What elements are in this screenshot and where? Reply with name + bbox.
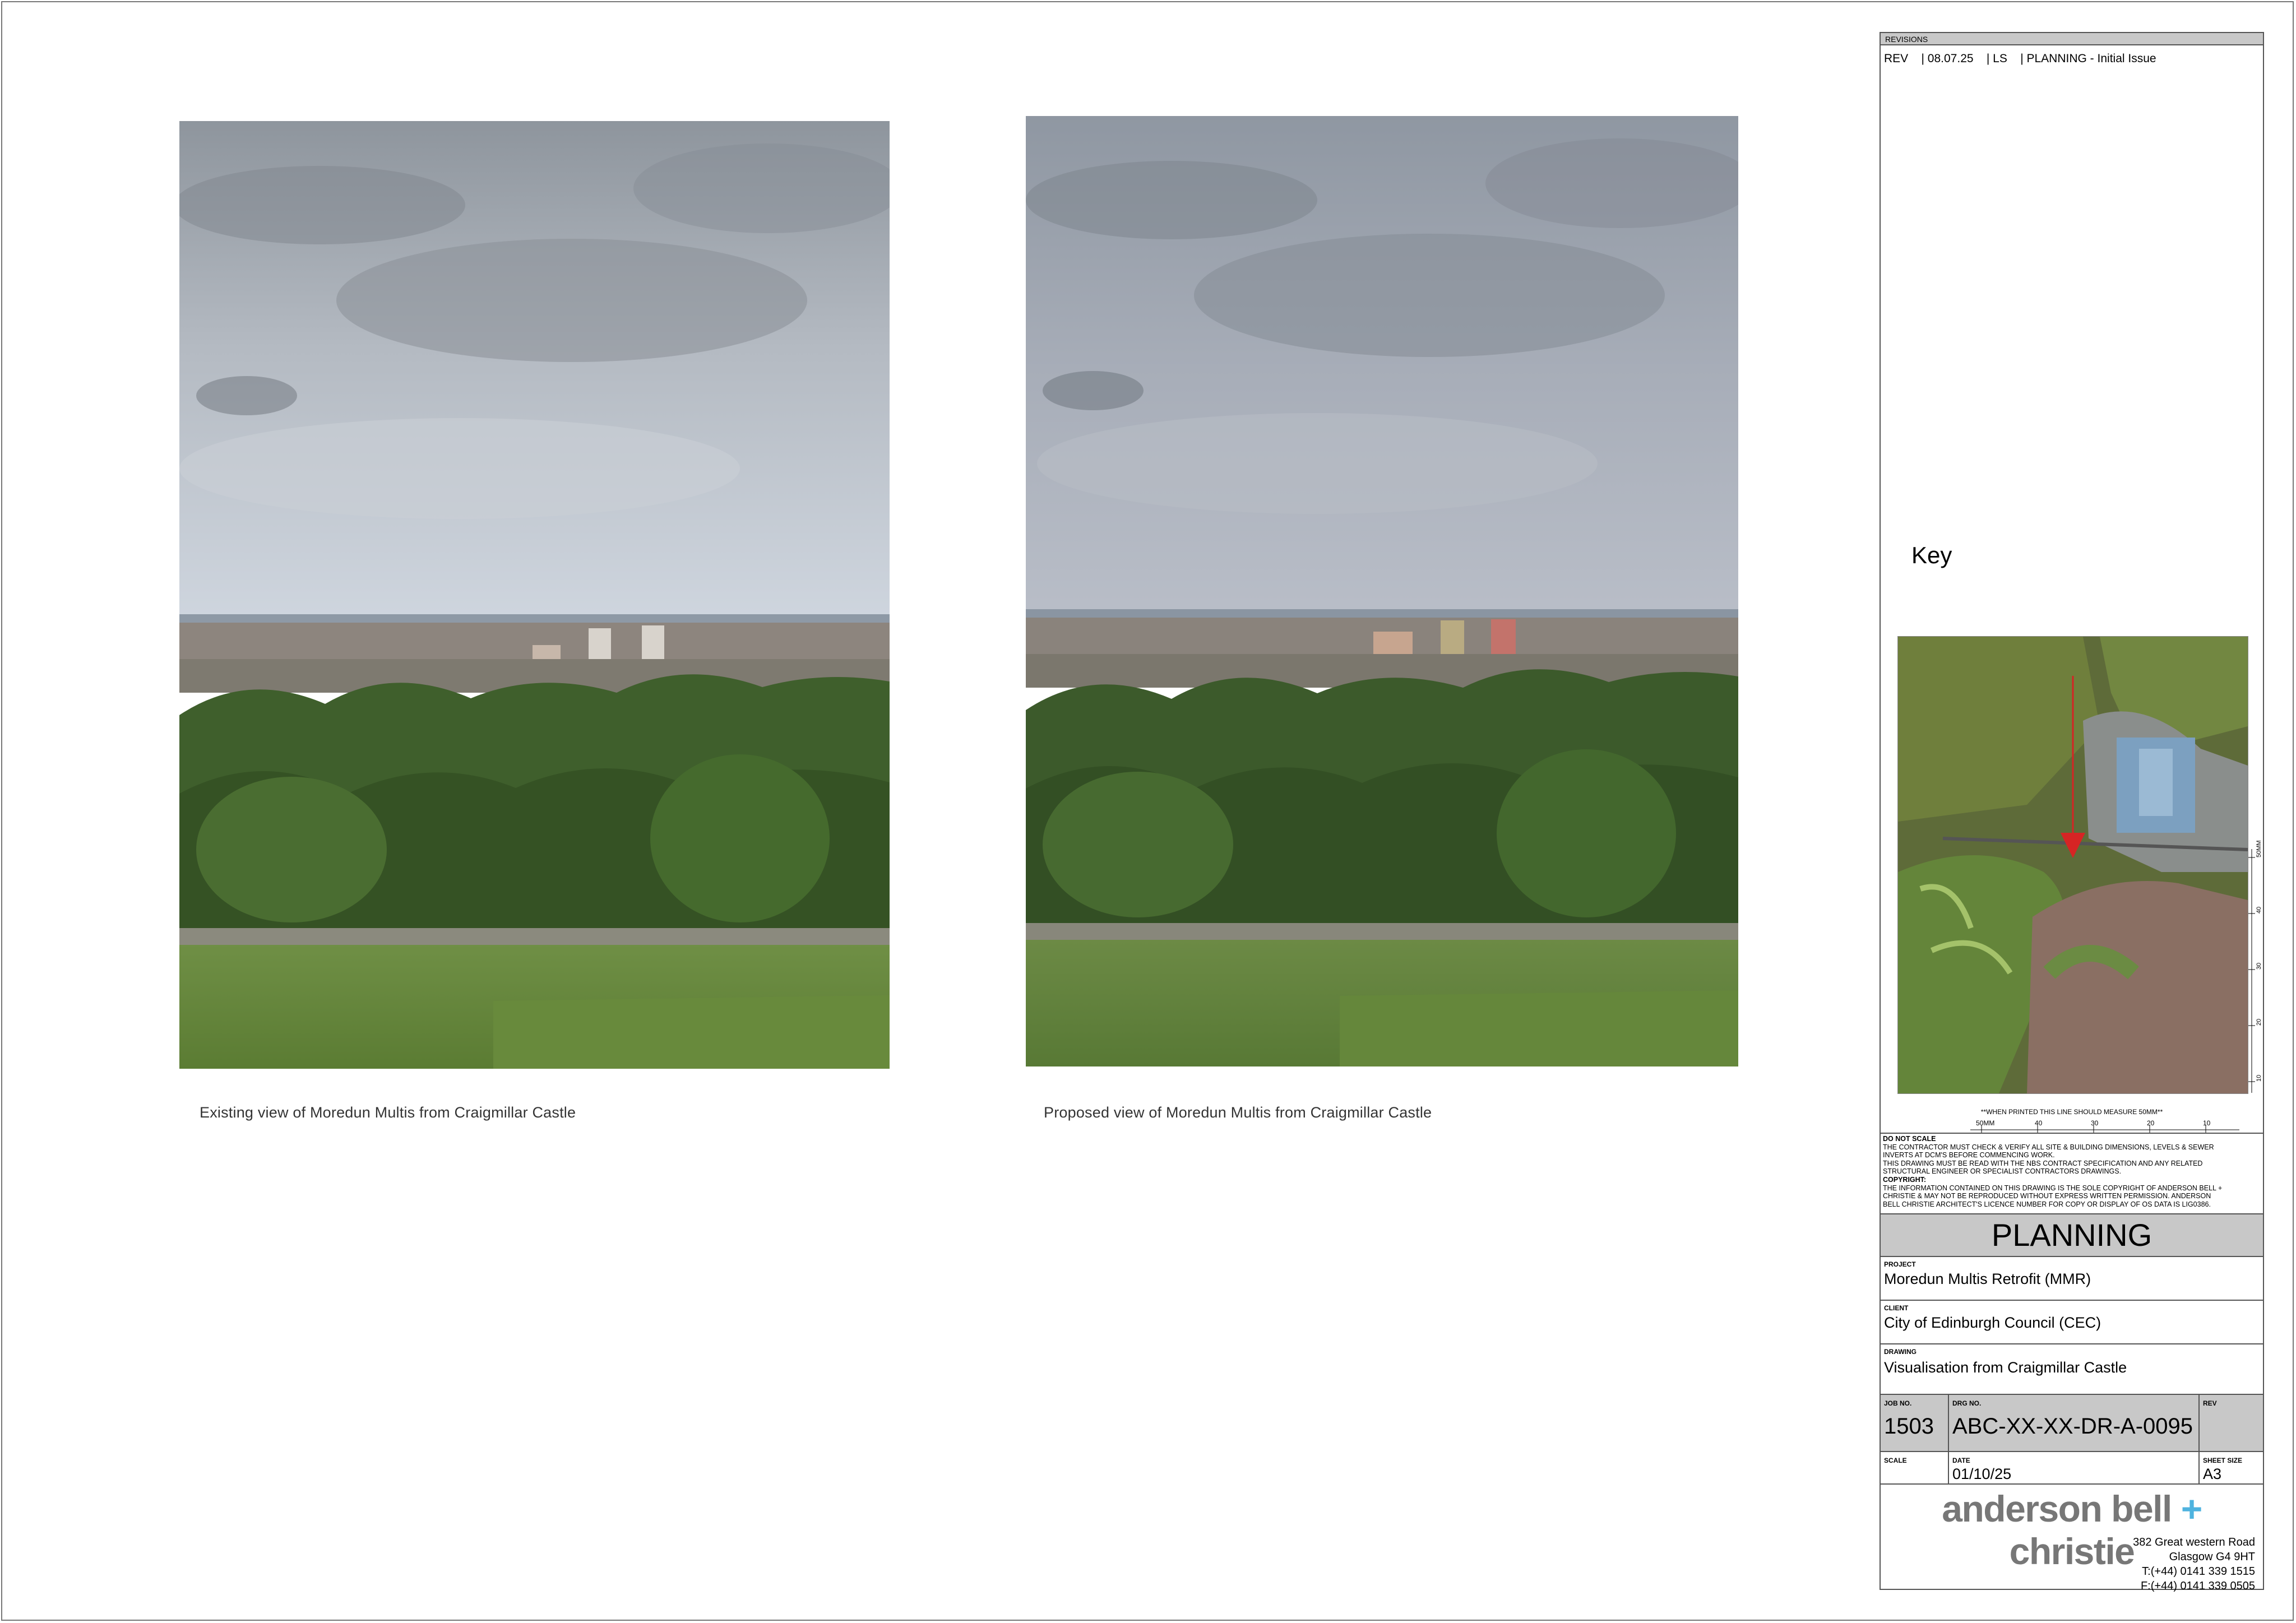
nbs-note-line: THIS DRAWING MUST BE READ WITH THE NBS C… [1883, 1159, 2203, 1167]
copyright-note-line: THE INFORMATION CONTAINED ON THIS DRAWIN… [1883, 1184, 2223, 1192]
revisions-header: REVISIONS [1881, 33, 2263, 45]
contractor-note-line: THE CONTRACTOR MUST CHECK & VERIFY ALL S… [1883, 1143, 2214, 1151]
existing-view-caption: Existing view of Moredun Multis from Cra… [200, 1104, 576, 1121]
job-no-label: JOB NO. [1884, 1399, 1912, 1407]
date-label: DATE [1952, 1457, 1970, 1464]
rev-label: REV [2203, 1399, 2217, 1407]
drg-no-value: ABC-XX-XX-DR-A-0095 [1952, 1414, 2193, 1439]
telephone: T:(+44) 0141 339 1515 [2142, 1565, 2255, 1578]
scale-label-10: 10 [2203, 1119, 2211, 1127]
existing-view-photo [179, 121, 890, 1069]
address-line: 382 Great western Road [2133, 1536, 2255, 1548]
divider [1881, 1483, 2263, 1485]
copyright-note-line: CHRISTIE & MAY NOT BE REPRODUCED WITHOUT… [1883, 1192, 2211, 1200]
title-block: REVISIONS REV | 08.07.25 | LS | PLANNING… [1880, 32, 2264, 1593]
scale-label-30: 30 [2091, 1119, 2099, 1127]
side-scale-label-40: 40 [2256, 907, 2262, 913]
drawing-label: DRAWING [1884, 1348, 1917, 1356]
scale-label-50mm: 50MM [1976, 1119, 1994, 1127]
contractor-note-line: INVERTS AT DCM'S BEFORE COMMENCING WORK. [1883, 1151, 2055, 1160]
project-field: PROJECT Moredun Multis Retrofit (MMR) [1881, 1257, 2263, 1301]
job-no-value: 1503 [1884, 1414, 1934, 1439]
client-label: CLIENT [1884, 1304, 1909, 1312]
scale-label: SCALE [1884, 1457, 1907, 1464]
copyright-note-line: BELL CHRISTIE ARCHITECT'S LICENCE NUMBER… [1883, 1200, 2211, 1208]
copyright-heading: COPYRIGHT: [1883, 1175, 1927, 1184]
address-line: Glasgow G4 9HT [2169, 1551, 2255, 1563]
divider [2198, 1395, 2200, 1483]
proposed-view-caption: Proposed view of Moredun Multis from Cra… [1044, 1104, 1432, 1121]
drawing-notes: DO NOT SCALE THE CONTRACTOR MUST CHECK &… [1883, 1135, 2258, 1208]
proposed-view-photo [1026, 116, 1738, 1066]
divider [1948, 1395, 1949, 1483]
date-value: 01/10/25 [1952, 1466, 2012, 1482]
key-plan-aerial-map [1897, 636, 2248, 1094]
revision-row: REV | 08.07.25 | LS | PLANNING - Initial… [1884, 52, 2156, 65]
sheet-size-value: A3 [2203, 1466, 2222, 1482]
drawing-status: PLANNING [1881, 1213, 2263, 1257]
drg-no-label: DRG NO. [1952, 1399, 1982, 1407]
do-not-scale-heading: DO NOT SCALE [1883, 1135, 1936, 1143]
key-label: Key [1911, 542, 1952, 568]
side-scale-label-10: 10 [2256, 1075, 2262, 1082]
side-scale-label-30: 30 [2256, 963, 2262, 970]
print-measure-note: **WHEN PRINTED THIS LINE SHOULD MEASURE … [1980, 1108, 2163, 1116]
scale-label-20: 20 [2147, 1119, 2155, 1127]
nbs-note-line: STRUCTURAL ENGINEER OR SPECIALIST CONTRA… [1883, 1167, 2122, 1176]
side-scale-label-20: 20 [2256, 1019, 2262, 1026]
side-scale-label-50mm: 50MM [2256, 840, 2262, 857]
project-name: Moredun Multis Retrofit (MMR) [1884, 1270, 2091, 1287]
scale-label-40: 40 [2035, 1119, 2043, 1127]
project-label: PROJECT [1884, 1260, 1916, 1268]
drawing-title: Visualisation from Craigmillar Castle [1884, 1359, 2127, 1376]
client-field: CLIENT City of Edinburgh Council (CEC) [1881, 1301, 2263, 1344]
divider [1881, 1133, 2263, 1134]
client-name: City of Edinburgh Council (CEC) [1884, 1314, 2101, 1331]
horizontal-scale-bar: 50MM 40 30 20 10 [1970, 1119, 2239, 1133]
company-address: 382 Great western Road Glasgow G4 9HT T:… [2133, 1535, 2255, 1593]
vertical-scale-bar: 50MM 40 30 20 10 [2248, 840, 2262, 1093]
drawing-field: DRAWING Visualisation from Craigmillar C… [1881, 1344, 2263, 1395]
sheet-size-label: SHEET SIZE [2203, 1457, 2243, 1464]
fax: F:(+44) 0141 339 0505 [2140, 1580, 2255, 1592]
